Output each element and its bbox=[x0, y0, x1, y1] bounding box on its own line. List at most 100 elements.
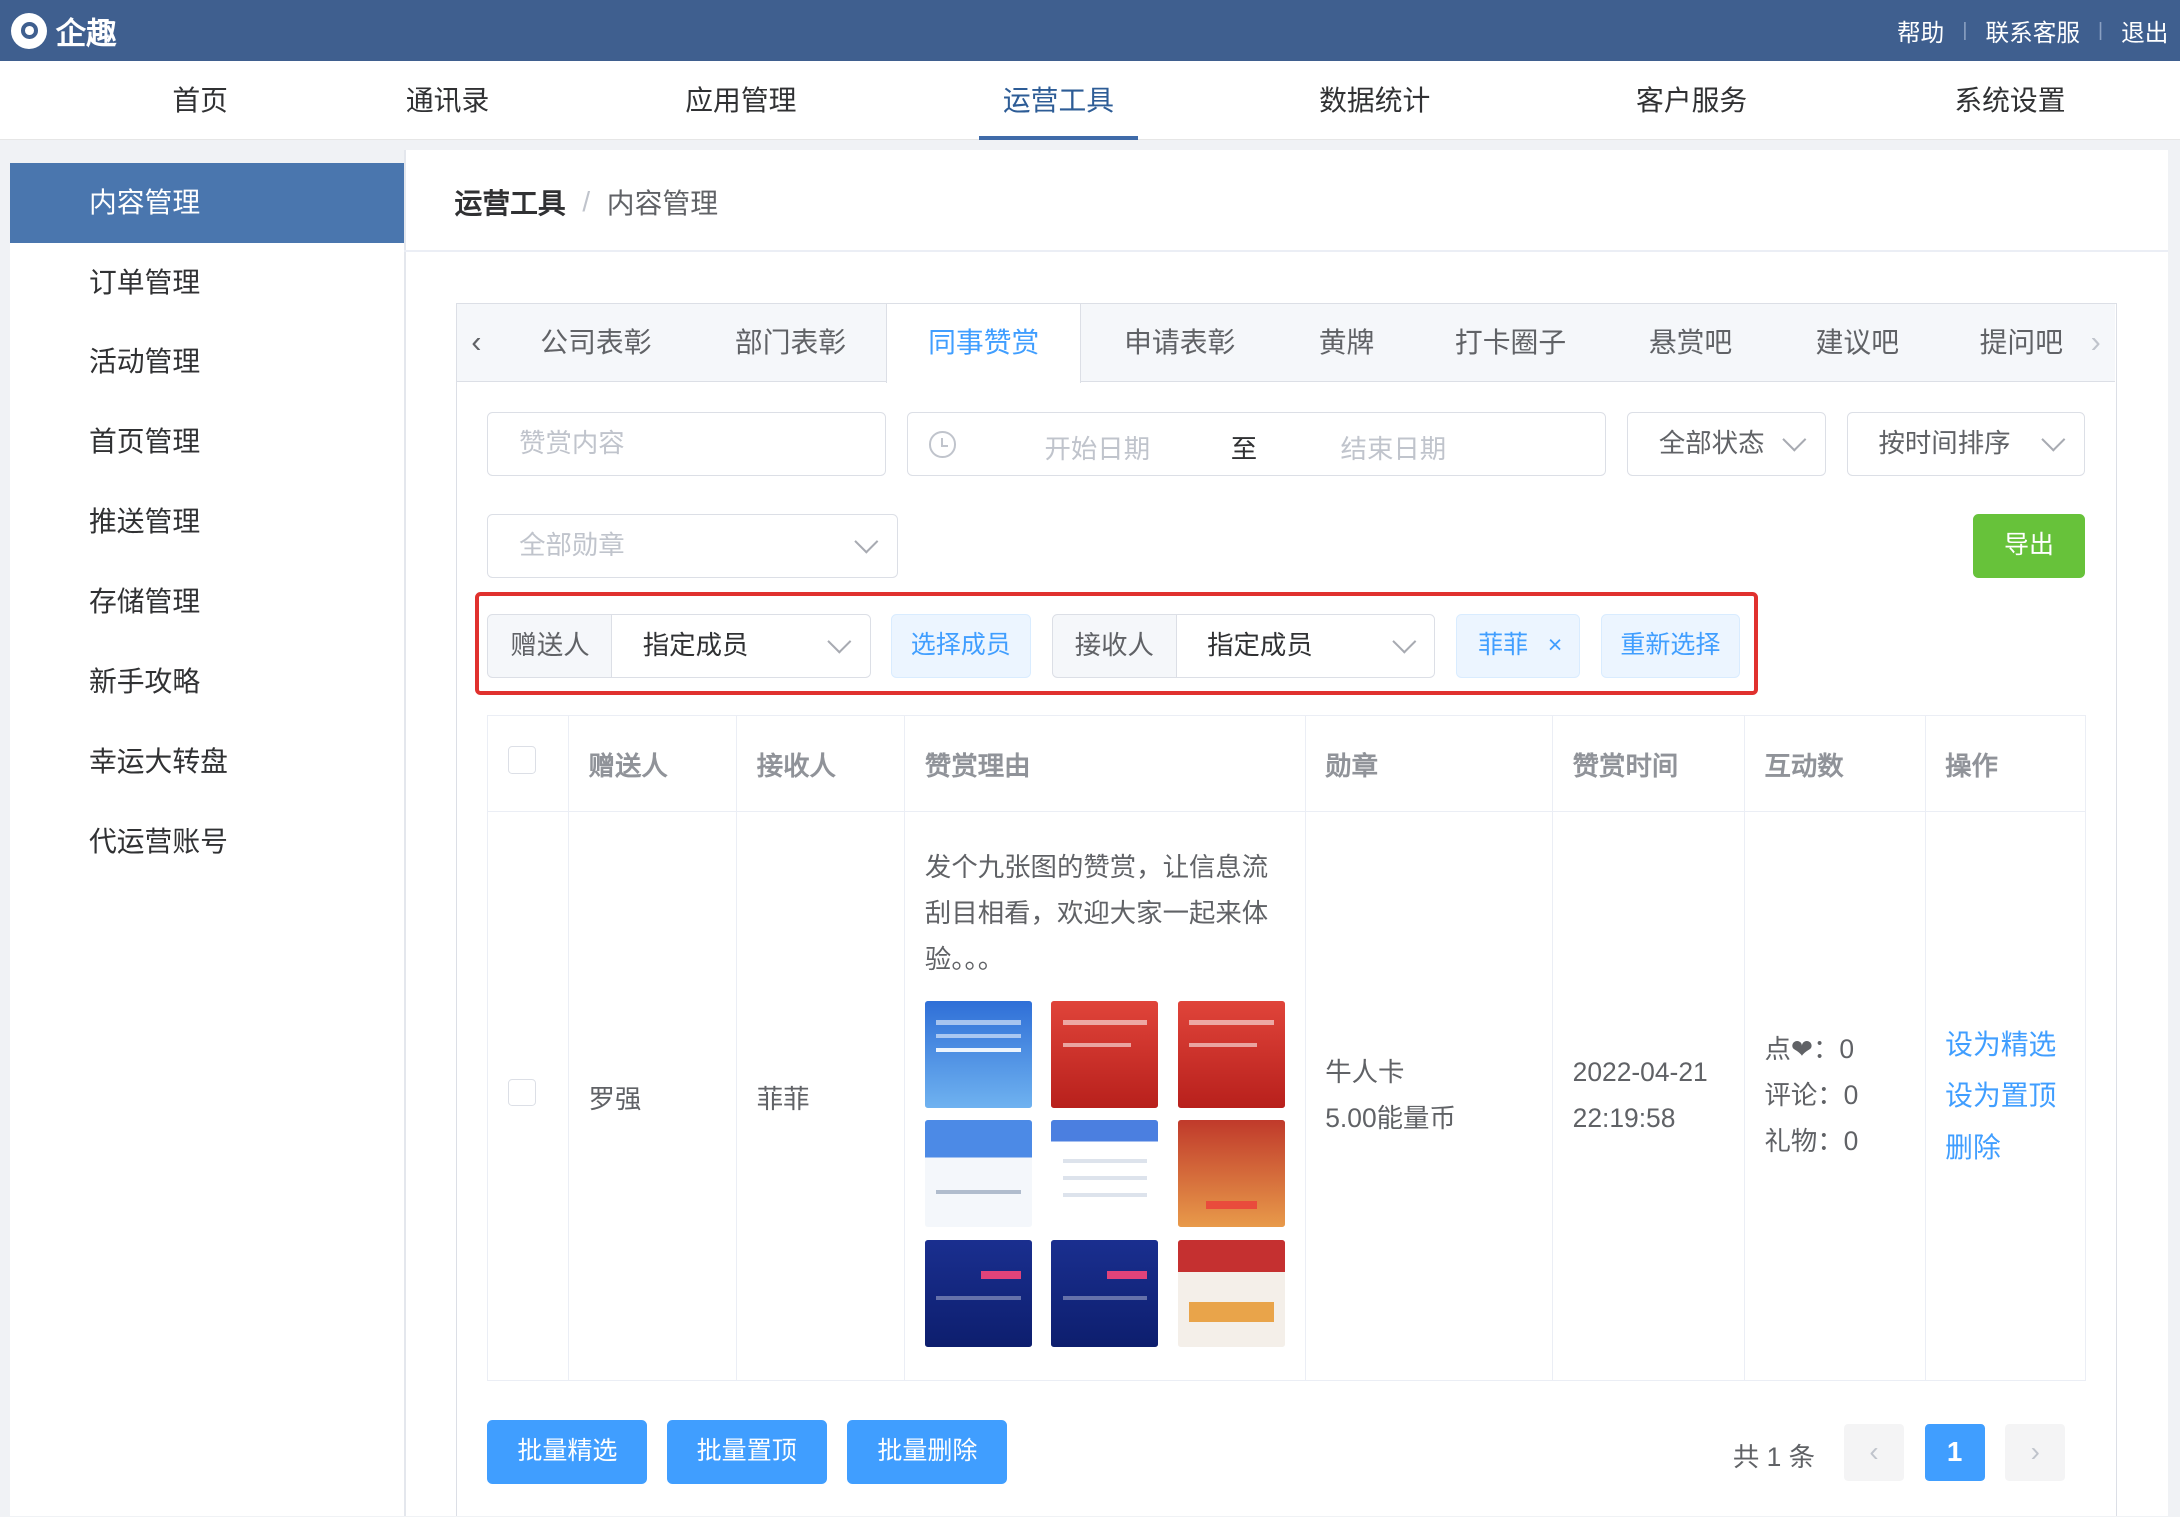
likes-count: 点❤：0 bbox=[1764, 1034, 1855, 1065]
sidebar-item-activities[interactable]: 活动管理 bbox=[10, 322, 405, 402]
app-name: 企趣 bbox=[55, 16, 117, 51]
tab-bounty[interactable]: 悬赏吧 bbox=[1625, 304, 1757, 382]
tab-department-praise[interactable]: 部门表彰 bbox=[707, 304, 874, 382]
chevron-down-icon bbox=[1782, 428, 1807, 452]
row-actions-cell: 设为精选 设为置顶 删除 bbox=[1924, 811, 2086, 1381]
sidebar-item-lucky-wheel[interactable]: 幸运大转盘 bbox=[10, 722, 405, 802]
tab-yellow-card[interactable]: 黄牌 bbox=[1298, 304, 1395, 382]
pagination: 共 1 条 ‹ 1 › bbox=[1733, 1424, 2067, 1482]
start-date-input[interactable]: 开始日期 bbox=[1044, 427, 1150, 466]
range-separator: 至 bbox=[1230, 434, 1258, 465]
medal-select[interactable]: 全部勋章 bbox=[487, 513, 898, 578]
receiver-member-select[interactable]: 指定成员 bbox=[1175, 613, 1436, 678]
select-all-checkbox[interactable] bbox=[507, 746, 536, 775]
row-reason-cell: 发个九张图的赞赏，让信息流刮目相看，欢迎大家一起来体验。。。 bbox=[904, 811, 1306, 1381]
medal-name: 牛人卡 bbox=[1325, 1057, 1405, 1088]
sidebar-item-storage[interactable]: 存储管理 bbox=[10, 562, 405, 642]
row-medal-cell: 牛人卡 5.00能量币 bbox=[1304, 811, 1554, 1381]
nav-statistics[interactable]: 数据统计 bbox=[1305, 61, 1444, 140]
thumbnail-image[interactable] bbox=[1177, 1000, 1285, 1108]
thumbnail-image[interactable] bbox=[1177, 1239, 1285, 1347]
col-sender: 赠送人 bbox=[568, 715, 738, 813]
sidebar-item-homepage[interactable]: 首页管理 bbox=[10, 402, 405, 482]
sender-member-select[interactable]: 指定成员 bbox=[611, 613, 872, 678]
row-sender: 罗强 bbox=[568, 811, 738, 1381]
nav-system-settings[interactable]: 系统设置 bbox=[1940, 61, 2079, 140]
page-number[interactable]: 1 bbox=[1924, 1424, 1985, 1482]
nav-customer-service[interactable]: 客户服务 bbox=[1622, 61, 1761, 140]
row-checkbox[interactable] bbox=[507, 1078, 536, 1107]
contact-support-link[interactable]: 联系客服 bbox=[1985, 14, 2080, 48]
nav-app-management[interactable]: 应用管理 bbox=[671, 61, 810, 140]
tab-questions[interactable]: 提问吧 bbox=[1955, 304, 2087, 382]
col-reason: 赞赏理由 bbox=[904, 715, 1306, 813]
export-button[interactable]: 导出 bbox=[1973, 513, 2085, 578]
thumbnail-image[interactable] bbox=[924, 1000, 1032, 1108]
breadcrumb-separator: / bbox=[582, 186, 591, 218]
nav-operations-tools[interactable]: 运营工具 bbox=[978, 61, 1139, 141]
tab-apply-praise[interactable]: 申请表彰 bbox=[1096, 304, 1263, 382]
row-interactions-cell: 点❤：0 评论：0 礼物：0 bbox=[1744, 811, 1926, 1381]
tab-suggestions[interactable]: 建议吧 bbox=[1791, 304, 1923, 382]
row-time-cell: 2022-04-21 22:19:58 bbox=[1552, 811, 1745, 1381]
tab-checkin-circle[interactable]: 打卡圈子 bbox=[1427, 304, 1594, 382]
sort-select[interactable]: 按时间排序 bbox=[1846, 412, 2085, 477]
choose-member-button[interactable]: 选择成员 bbox=[890, 613, 1031, 678]
sidebar-item-guide[interactable]: 新手攻略 bbox=[10, 642, 405, 722]
tab-scroll-left-icon[interactable]: ‹ bbox=[457, 304, 496, 382]
logout-link[interactable]: 退出 bbox=[2121, 14, 2168, 48]
sidebar-item-agency-account[interactable]: 代运营账号 bbox=[10, 802, 405, 882]
appreciation-table: 赠送人 接收人 赞赏理由 勋章 赞赏时间 互动数 操作 罗强 菲菲 发个九张图的… bbox=[487, 715, 2086, 1381]
end-date-input[interactable]: 结束日期 bbox=[1341, 427, 1447, 466]
close-icon[interactable]: × bbox=[1548, 615, 1563, 676]
bulk-delete-button[interactable]: 批量删除 bbox=[847, 1420, 1008, 1485]
top-bar: 企趣 帮助 | 联系客服 | 退出 bbox=[0, 0, 2180, 62]
breadcrumb-parent[interactable]: 运营工具 bbox=[455, 182, 566, 222]
sender-label: 赠送人 bbox=[487, 613, 613, 678]
status-select[interactable]: 全部状态 bbox=[1627, 412, 1827, 477]
appreciation-date: 2022-04-21 bbox=[1572, 1057, 1708, 1088]
breadcrumb: 运营工具 / 内容管理 bbox=[455, 182, 718, 222]
tab-colleague-appreciation[interactable]: 同事赞赏 bbox=[886, 304, 1081, 384]
nav-contacts[interactable]: 通讯录 bbox=[392, 61, 503, 140]
bulk-feature-button[interactable]: 批量精选 bbox=[487, 1420, 648, 1485]
thumbnail-image[interactable] bbox=[1051, 1120, 1159, 1228]
col-time: 赞赏时间 bbox=[1552, 715, 1745, 813]
app-logo[interactable]: 企趣 bbox=[11, 9, 117, 53]
thumbnail-image[interactable] bbox=[924, 1120, 1032, 1228]
set-pinned-link[interactable]: 设为置顶 bbox=[1945, 1070, 2065, 1121]
prev-page-icon[interactable]: ‹ bbox=[1844, 1424, 1904, 1482]
sidebar: 内容管理 订单管理 活动管理 首页管理 推送管理 存储管理 新手攻略 幸运大转盘… bbox=[9, 162, 405, 1517]
bulk-pin-button[interactable]: 批量置顶 bbox=[666, 1420, 827, 1485]
reselect-button[interactable]: 重新选择 bbox=[1600, 613, 1740, 678]
chevron-down-icon bbox=[1392, 629, 1416, 654]
delete-link[interactable]: 删除 bbox=[1945, 1122, 2065, 1173]
thumbnail-image[interactable] bbox=[1051, 1239, 1159, 1347]
chevron-down-icon bbox=[827, 629, 852, 654]
date-range-picker[interactable]: 开始日期 至 结束日期 bbox=[907, 412, 1607, 477]
tab-company-praise[interactable]: 公司表彰 bbox=[513, 304, 680, 382]
sidebar-item-push[interactable]: 推送管理 bbox=[10, 482, 405, 562]
top-link-divider: | bbox=[1962, 19, 1968, 42]
main-nav: 首页 通讯录 应用管理 运营工具 数据统计 客户服务 系统设置 bbox=[0, 61, 2180, 141]
chevron-down-icon bbox=[2041, 428, 2065, 452]
col-interactions: 互动数 bbox=[1744, 715, 1926, 813]
sidebar-item-content[interactable]: 内容管理 bbox=[9, 162, 405, 243]
category-tabs: ‹ 公司表彰 部门表彰 同事赞赏 申请表彰 黄牌 打卡圈子 悬赏吧 建议吧 提问… bbox=[456, 304, 2116, 384]
next-page-icon[interactable]: › bbox=[2005, 1424, 2066, 1482]
set-featured-link[interactable]: 设为精选 bbox=[1945, 1019, 2065, 1070]
thumbnail-image[interactable] bbox=[1051, 1000, 1159, 1108]
selected-member-tag: 菲菲 × bbox=[1456, 613, 1581, 678]
sidebar-item-orders[interactable]: 订单管理 bbox=[10, 243, 405, 323]
comments-count: 评论：0 bbox=[1764, 1080, 1859, 1111]
thumbnail-image[interactable] bbox=[924, 1239, 1032, 1347]
chevron-down-icon bbox=[854, 529, 878, 554]
tab-scroll-right-icon[interactable]: › bbox=[2076, 304, 2115, 382]
clock-icon bbox=[929, 431, 956, 458]
nav-home[interactable]: 首页 bbox=[145, 61, 256, 140]
content-search-input[interactable]: 赞赏内容 bbox=[487, 412, 887, 477]
thumbnail-image[interactable] bbox=[1177, 1120, 1285, 1228]
medal-value: 5.00能量币 bbox=[1325, 1103, 1456, 1134]
help-link[interactable]: 帮助 bbox=[1897, 14, 1944, 48]
top-links: 帮助 | 联系客服 | 退出 bbox=[1897, 14, 2168, 48]
